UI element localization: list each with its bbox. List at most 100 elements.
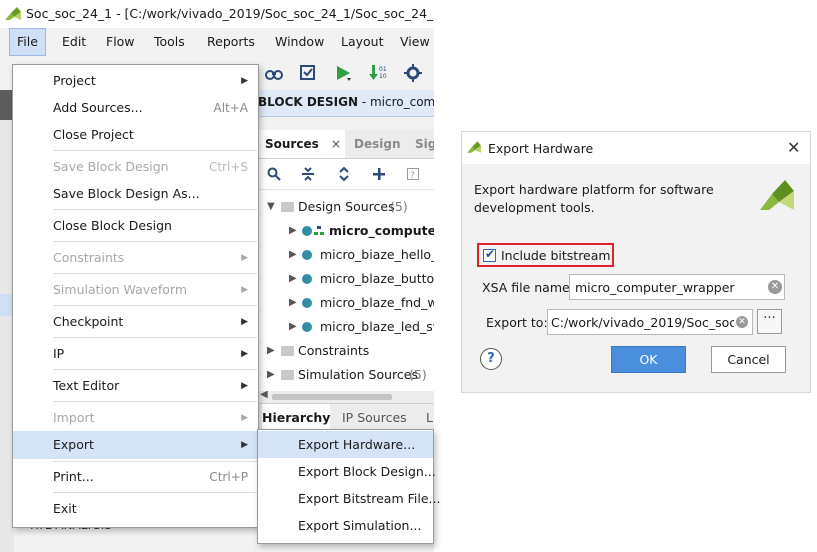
menu-item-shortcut: Alt+A xyxy=(213,101,248,115)
menu-separator xyxy=(53,209,257,210)
menu-item-ip[interactable]: IP ▶ xyxy=(13,340,258,368)
file-menu: Project ▶ Add Sources... Alt+A Close Pro… xyxy=(12,64,259,528)
export-to-input[interactable] xyxy=(547,309,753,335)
menu-item-checkpoint[interactable]: Checkpoint ▶ xyxy=(13,308,258,336)
menu-item-close-project[interactable]: Close Project xyxy=(13,121,258,149)
expand-all-icon[interactable] xyxy=(337,167,351,181)
menu-tools[interactable]: Tools xyxy=(147,28,192,56)
folder-icon xyxy=(281,370,294,380)
tab-design[interactable]: Design xyxy=(354,130,401,158)
menu-item-text-editor[interactable]: Text Editor ▶ xyxy=(13,372,258,400)
tree-label: micro_blaze_led_sw xyxy=(320,319,434,334)
menu-item-export-hardware[interactable]: Export Hardware... xyxy=(258,431,433,458)
menu-reports[interactable]: Reports xyxy=(200,28,262,56)
add-icon[interactable] xyxy=(372,167,386,181)
chevron-right-icon[interactable]: ▶ xyxy=(289,291,297,315)
tree-item-micro-biaze-hello[interactable]: ▶ micro_biaze_hello_w xyxy=(259,243,434,267)
tab-sources[interactable]: Sources × xyxy=(259,130,345,158)
search-icon[interactable] xyxy=(267,167,281,181)
chevron-right-icon[interactable]: ▶ xyxy=(289,243,297,267)
tab-close-icon[interactable]: × xyxy=(331,130,341,158)
tree-constraints[interactable]: ▶ Constraints xyxy=(259,339,434,363)
clear-icon[interactable]: ✕ xyxy=(736,316,748,328)
menu-window[interactable]: Window xyxy=(268,28,331,56)
source-file-icon xyxy=(302,274,312,284)
clear-icon[interactable]: ✕ xyxy=(768,280,782,294)
binoculars-icon[interactable] xyxy=(264,63,284,83)
chevron-right-icon[interactable]: ▶ xyxy=(289,219,297,243)
menu-item-export-block-design[interactable]: Export Block Design... xyxy=(258,458,436,485)
include-bitstream-checkbox[interactable]: ✔ xyxy=(483,247,496,262)
menu-item-label: Exit xyxy=(53,501,77,516)
menu-file[interactable]: File xyxy=(9,28,46,56)
source-file-icon xyxy=(302,226,312,236)
ok-button[interactable]: OK xyxy=(611,346,686,373)
menu-item-import[interactable]: Import ▶ xyxy=(13,404,258,432)
tree-item-micro-blaze-fnd[interactable]: ▶ micro_blaze_fnd_wra xyxy=(259,291,434,315)
properties-icon[interactable]: ? xyxy=(406,167,420,181)
tree-item-micro-blaze-led[interactable]: ▶ micro_blaze_led_sw xyxy=(259,315,434,339)
checklist-icon[interactable] xyxy=(298,63,318,83)
collapse-all-icon[interactable] xyxy=(301,167,315,181)
menu-view[interactable]: View xyxy=(393,28,434,56)
menu-separator xyxy=(53,273,257,274)
chevron-right-icon[interactable]: ▶ xyxy=(289,267,297,291)
menu-edit[interactable]: Edit xyxy=(55,28,93,56)
tree-label: micro_biaze_hello_w xyxy=(320,247,434,262)
tree-simulation-sources[interactable]: ▶ Simulation Sources (5) xyxy=(259,363,434,387)
menu-item-exit[interactable]: Exit xyxy=(13,495,258,523)
menu-item-print[interactable]: Print... Ctrl+P xyxy=(13,463,258,491)
help-button[interactable]: ? xyxy=(480,348,502,370)
cancel-button[interactable]: Cancel xyxy=(711,346,786,373)
tab-libraries[interactable]: L xyxy=(426,404,433,431)
tree-item-micro-computer[interactable]: ▶ micro_computer_ xyxy=(259,219,434,243)
hierarchy-tab-bar: Hierarchy IP Sources L xyxy=(258,403,434,431)
menu-item-label: Export Hardware... xyxy=(298,437,416,452)
menu-item-export[interactable]: Export ▶ xyxy=(13,431,258,459)
menu-item-close-block-design[interactable]: Close Block Design xyxy=(13,212,258,240)
chevron-down-icon[interactable]: ▼ xyxy=(267,195,275,219)
xsa-file-name-input[interactable] xyxy=(569,274,785,300)
menu-item-export-bitstream-file[interactable]: Export Bitstream File... xyxy=(258,485,440,512)
tab-hierarchy[interactable]: Hierarchy xyxy=(262,404,330,431)
chevron-right-icon[interactable]: ▶ xyxy=(267,339,275,363)
submenu-arrow-icon: ▶ xyxy=(241,413,248,423)
menu-separator xyxy=(53,369,257,370)
menu-flow[interactable]: Flow xyxy=(99,28,142,56)
submenu-arrow-icon: ▶ xyxy=(241,285,248,295)
browse-button[interactable]: ··· xyxy=(757,309,782,334)
vivado-logo-icon xyxy=(5,7,21,20)
source-file-icon xyxy=(302,322,312,332)
tab-signals[interactable]: Sig xyxy=(415,130,434,158)
window-title: Soc_soc_24_1 - [C:/work/vivado_2019/Soc_… xyxy=(26,6,434,21)
gear-icon[interactable] xyxy=(403,63,423,83)
scroll-left-icon[interactable]: ◀ xyxy=(260,389,268,400)
tree-label: Simulation Sources xyxy=(298,367,419,382)
vivado-logo-icon xyxy=(467,141,481,153)
include-bitstream-highlight: ✔ Include bitstream xyxy=(477,243,614,267)
menu-item-label: Add Sources... xyxy=(53,100,143,115)
generate-bitstream-icon[interactable]: 01 10 xyxy=(368,63,388,83)
menu-item-project[interactable]: Project ▶ xyxy=(13,67,258,95)
menu-item-simulation-waveform[interactable]: Simulation Waveform ▶ xyxy=(13,276,258,304)
menu-item-export-simulation[interactable]: Export Simulation... xyxy=(258,512,433,539)
chevron-right-icon[interactable]: ▶ xyxy=(267,363,275,387)
menu-item-save-block-design[interactable]: Save Block Design Ctrl+S xyxy=(13,153,258,181)
submenu-arrow-icon: ▶ xyxy=(241,253,248,263)
tree-item-micro-blaze-button[interactable]: ▶ micro_blaze_button_ xyxy=(259,267,434,291)
vivado-logo-icon xyxy=(760,180,794,210)
menu-item-add-sources[interactable]: Add Sources... Alt+A xyxy=(13,94,258,122)
scrollbar-thumb[interactable] xyxy=(272,394,392,400)
menu-item-constraints[interactable]: Constraints ▶ xyxy=(13,244,258,272)
menu-item-save-block-design-as[interactable]: Save Block Design As... xyxy=(13,180,258,208)
run-icon[interactable] xyxy=(333,63,353,83)
chevron-right-icon[interactable]: ▶ xyxy=(289,315,297,339)
export-to-label: Export to: xyxy=(486,315,548,330)
menu-layout[interactable]: Layout xyxy=(334,28,391,56)
close-icon[interactable]: ✕ xyxy=(787,138,800,157)
xsa-file-name-label: XSA file name: xyxy=(482,280,574,295)
include-bitstream-label[interactable]: Include bitstream xyxy=(501,248,611,263)
tab-ip-sources[interactable]: IP Sources xyxy=(342,404,407,431)
horizontal-scrollbar[interactable]: ◀ xyxy=(258,389,434,403)
tree-design-sources[interactable]: ▼ Design Sources (5) xyxy=(259,195,434,219)
